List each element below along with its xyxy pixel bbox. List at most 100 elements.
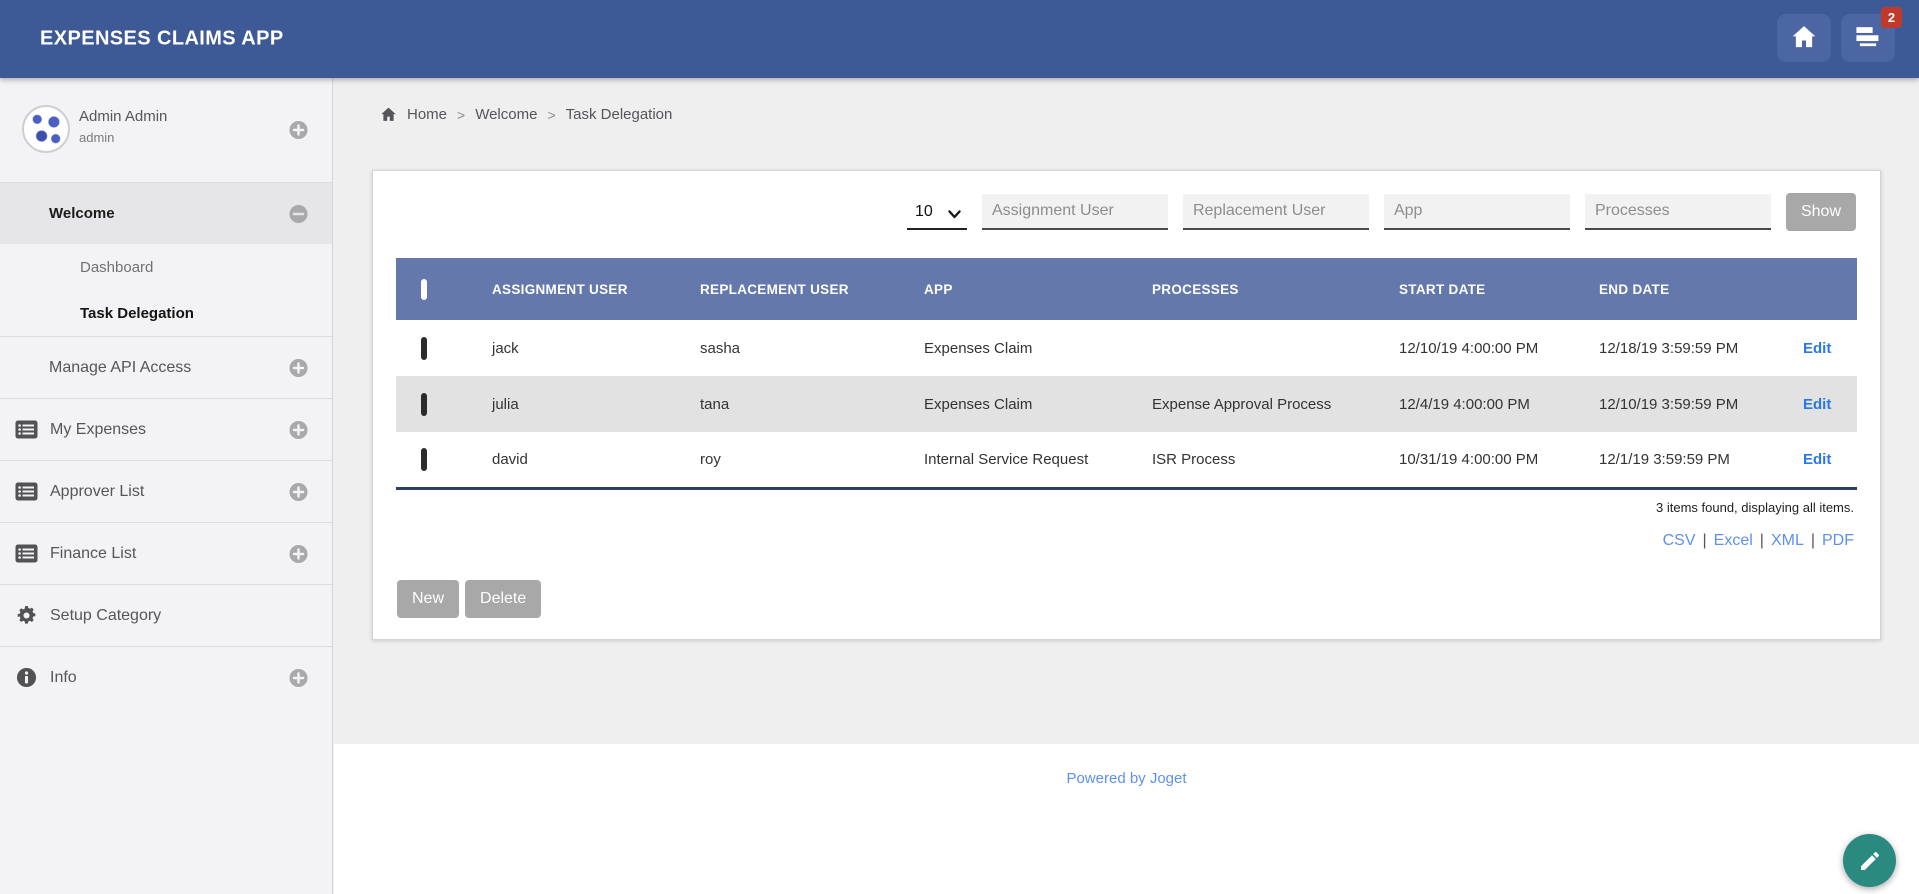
expand-plus-icon[interactable] xyxy=(289,121,308,140)
column-header-processes[interactable]: PROCESSES xyxy=(1140,258,1387,320)
expand-plus-icon[interactable] xyxy=(289,482,308,501)
table-row[interactable]: julia tana Expenses Claim Expense Approv… xyxy=(396,376,1857,432)
sidebar-item-label: Manage API Access xyxy=(49,359,191,377)
expand-plus-icon[interactable] xyxy=(289,420,308,439)
replacement-user-filter-input[interactable] xyxy=(1183,194,1369,230)
expand-plus-icon[interactable] xyxy=(289,544,308,563)
sidebar-item-label: Approver List xyxy=(50,483,144,501)
sidebar-item-info[interactable]: Info xyxy=(0,646,332,708)
sidebar-item-label: Info xyxy=(50,669,77,687)
export-xml-link[interactable]: XML xyxy=(1771,532,1804,549)
cell-replacement-user: tana xyxy=(688,376,912,432)
column-header-start-date[interactable]: START DATE xyxy=(1387,258,1587,320)
card-action-buttons: New Delete xyxy=(397,580,1880,618)
sidebar: Admin Admin admin Welcome Dashboard Task… xyxy=(0,78,333,894)
export-excel-link[interactable]: Excel xyxy=(1714,532,1753,549)
page-footer: Powered by Joget xyxy=(334,744,1919,894)
task-delegation-table: ASSIGNMENT USER REPLACEMENT USER APP PRO… xyxy=(396,258,1857,490)
breadcrumb-separator: > xyxy=(547,107,555,123)
row-checkbox[interactable] xyxy=(421,337,427,360)
cell-app: Internal Service Request xyxy=(912,432,1140,488)
column-header-assignment-user[interactable]: ASSIGNMENT USER xyxy=(480,258,688,320)
column-header-end-date[interactable]: END DATE xyxy=(1587,258,1791,320)
column-header-replacement-user[interactable]: REPLACEMENT USER xyxy=(688,258,912,320)
sidebar-item-label: Setup Category xyxy=(50,607,161,625)
new-button[interactable]: New xyxy=(397,580,459,618)
sidebar-item-label: Task Delegation xyxy=(80,305,194,322)
filter-bar: 10 Show xyxy=(397,193,1856,231)
delete-button[interactable]: Delete xyxy=(465,580,541,618)
export-separator: | xyxy=(1703,532,1707,549)
cell-assignment-user: david xyxy=(480,432,688,488)
home-icon xyxy=(1791,25,1817,52)
powered-by-joget-link[interactable]: Powered by Joget xyxy=(1066,770,1186,787)
collapse-minus-icon[interactable] xyxy=(289,204,308,223)
app-filter-input[interactable] xyxy=(1384,194,1570,230)
user-name: Admin Admin xyxy=(79,108,167,125)
table-row[interactable]: david roy Internal Service Request ISR P… xyxy=(396,432,1857,488)
export-separator: | xyxy=(1811,532,1815,549)
notification-badge: 2 xyxy=(1881,7,1902,28)
export-pdf-link[interactable]: PDF xyxy=(1822,532,1854,549)
app-title: EXPENSES CLAIMS APP xyxy=(40,28,284,51)
sidebar-item-label: Finance List xyxy=(50,545,136,563)
assignment-user-filter-input[interactable] xyxy=(982,194,1168,230)
sidebar-item-welcome[interactable]: Welcome xyxy=(0,182,332,244)
sidebar-item-dashboard[interactable]: Dashboard xyxy=(0,244,332,290)
processes-filter-input[interactable] xyxy=(1585,194,1771,230)
main-content: Home > Welcome > Task Delegation 10 xyxy=(334,78,1919,894)
edit-link[interactable]: Edit xyxy=(1803,451,1831,468)
cell-processes: Expense Approval Process xyxy=(1140,376,1387,432)
inbox-button[interactable]: 2 xyxy=(1841,14,1895,62)
edit-link[interactable]: Edit xyxy=(1803,396,1831,413)
breadcrumb-home[interactable]: Home xyxy=(407,106,447,123)
export-csv-link[interactable]: CSV xyxy=(1663,532,1696,549)
page-size-select[interactable]: 10 xyxy=(907,194,967,230)
cell-end-date: 12/10/19 3:59:59 PM xyxy=(1587,376,1791,432)
cell-replacement-user: roy xyxy=(688,432,912,488)
sidebar-item-task-delegation[interactable]: Task Delegation xyxy=(0,290,332,336)
sidebar-item-my-expenses[interactable]: My Expenses xyxy=(0,398,332,460)
cell-assignment-user: julia xyxy=(480,376,688,432)
pencil-icon xyxy=(1858,849,1882,873)
cell-replacement-user: sasha xyxy=(688,320,912,376)
row-checkbox[interactable] xyxy=(421,393,427,416)
gear-icon xyxy=(15,605,38,626)
items-found-summary: 3 items found, displaying all items. xyxy=(399,500,1854,515)
list-icon xyxy=(15,420,38,439)
cell-processes xyxy=(1140,320,1387,376)
row-checkbox[interactable] xyxy=(421,448,427,471)
select-all-checkbox[interactable] xyxy=(421,279,427,300)
breadcrumb-welcome[interactable]: Welcome xyxy=(475,106,537,123)
breadcrumb-home-icon xyxy=(380,107,397,122)
table-header-row: ASSIGNMENT USER REPLACEMENT USER APP PRO… xyxy=(396,258,1857,320)
expand-plus-icon[interactable] xyxy=(289,668,308,687)
breadcrumb-task-delegation[interactable]: Task Delegation xyxy=(566,106,673,123)
cell-start-date: 12/10/19 4:00:00 PM xyxy=(1387,320,1587,376)
home-button[interactable] xyxy=(1777,14,1831,62)
breadcrumb: Home > Welcome > Task Delegation xyxy=(380,106,672,123)
table-row[interactable]: jack sasha Expenses Claim 12/10/19 4:00:… xyxy=(396,320,1857,376)
sidebar-item-approver-list[interactable]: Approver List xyxy=(0,460,332,522)
sidebar-user-block[interactable]: Admin Admin admin xyxy=(0,78,332,182)
show-button[interactable]: Show xyxy=(1786,193,1856,231)
export-links: CSV|Excel|XML|PDF xyxy=(399,532,1854,550)
info-icon xyxy=(15,667,38,688)
edit-link[interactable]: Edit xyxy=(1803,340,1831,357)
inbox-list-icon xyxy=(1855,26,1881,51)
expand-plus-icon[interactable] xyxy=(289,358,308,377)
sidebar-item-setup-category[interactable]: Setup Category xyxy=(0,584,332,646)
sidebar-item-label: Dashboard xyxy=(80,259,153,276)
column-header-app[interactable]: APP xyxy=(912,258,1140,320)
floating-edit-button[interactable] xyxy=(1843,834,1896,887)
cell-app: Expenses Claim xyxy=(912,320,1140,376)
cell-end-date: 12/18/19 3:59:59 PM xyxy=(1587,320,1791,376)
cell-processes: ISR Process xyxy=(1140,432,1387,488)
task-delegation-card: 10 Show xyxy=(372,170,1881,640)
sidebar-item-manage-api-access[interactable]: Manage API Access xyxy=(0,336,332,398)
user-avatar xyxy=(22,105,70,153)
column-header-actions xyxy=(1791,258,1857,320)
sidebar-item-finance-list[interactable]: Finance List xyxy=(0,522,332,584)
top-navbar: EXPENSES CLAIMS APP 2 xyxy=(0,0,1919,78)
app-window: EXPENSES CLAIMS APP 2 xyxy=(0,0,1919,894)
